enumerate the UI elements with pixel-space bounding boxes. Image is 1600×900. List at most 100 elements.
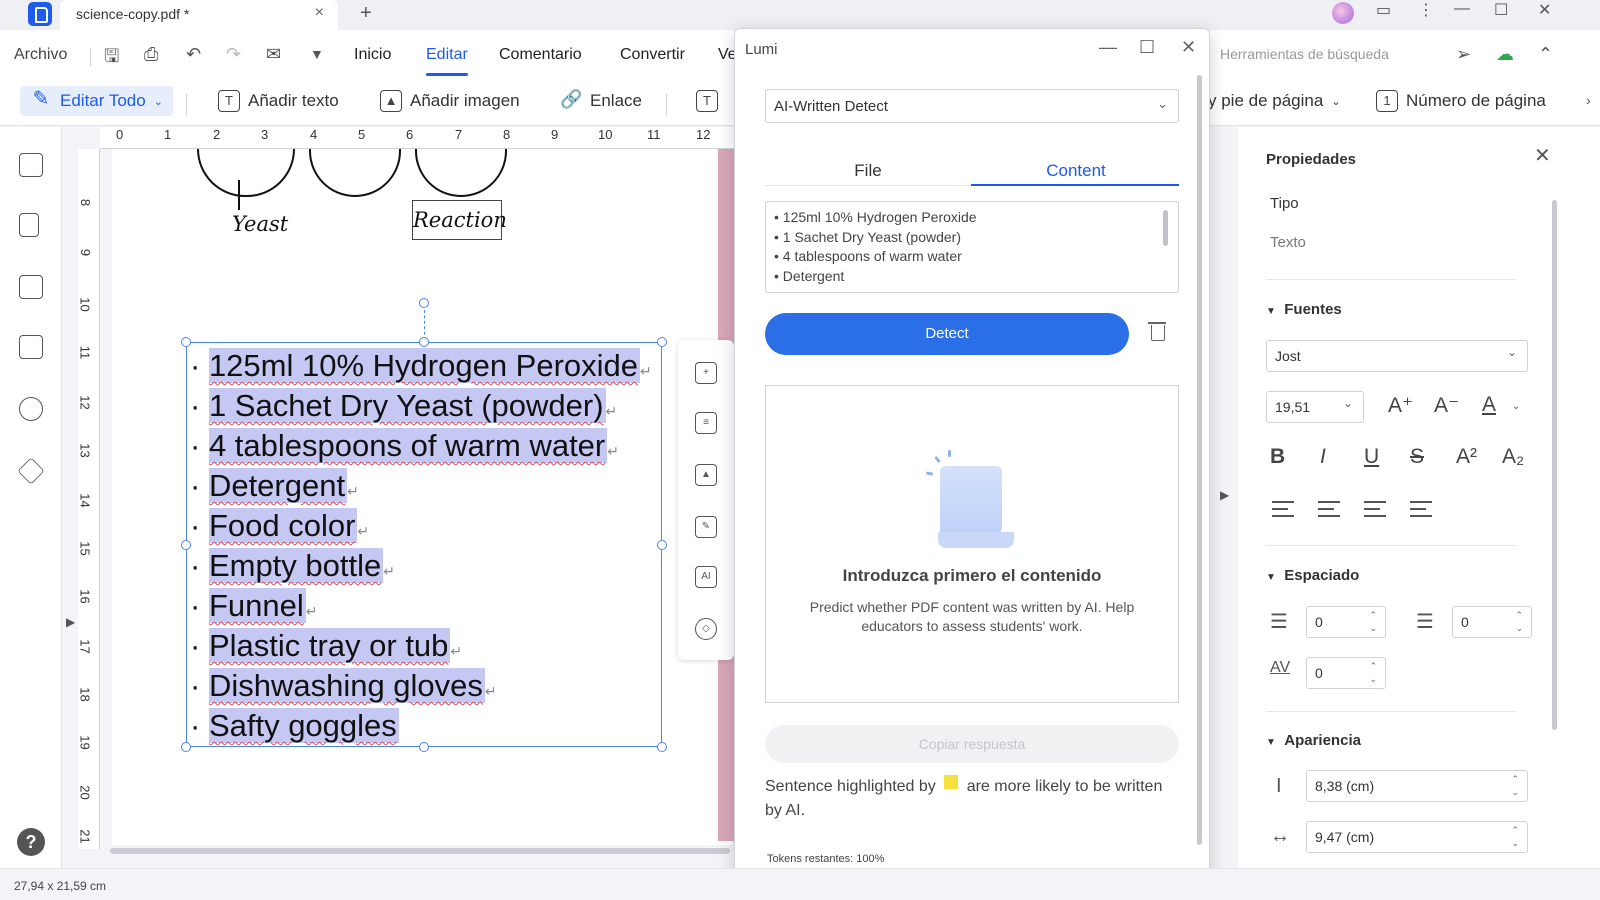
- add-text-button[interactable]: T Añadir texto: [218, 86, 339, 116]
- decrease-font-icon[interactable]: A⁻: [1434, 393, 1459, 418]
- resize-handle[interactable]: [657, 742, 667, 752]
- horizontal-scrollbar[interactable]: [110, 848, 730, 854]
- resize-handle[interactable]: [419, 337, 429, 347]
- font-color-icon[interactable]: A: [1482, 393, 1496, 417]
- feedback-icon[interactable]: ▭: [1376, 0, 1391, 20]
- ai-icon[interactable]: AI: [695, 566, 717, 588]
- menu-archivo[interactable]: Archivo: [14, 46, 67, 64]
- list-item[interactable]: · 4 tablespoons of warm water ↵: [190, 427, 619, 465]
- email-icon[interactable]: ✉: [266, 44, 281, 65]
- resize-handle[interactable]: [657, 540, 667, 550]
- resize-handle[interactable]: [657, 337, 667, 347]
- dropdown-icon[interactable]: ▼: [310, 46, 324, 62]
- layers-icon[interactable]: [17, 457, 45, 485]
- collapse-ribbon-icon[interactable]: ⌃: [1538, 44, 1553, 65]
- subscript-icon[interactable]: A₂: [1502, 445, 1524, 469]
- mode-select[interactable]: AI-Written Detect ⌄: [765, 89, 1179, 123]
- close-properties-icon[interactable]: ✕: [1534, 143, 1551, 168]
- close-window-button[interactable]: ✕: [1538, 0, 1551, 20]
- save-icon[interactable]: 🖫: [104, 44, 119, 74]
- add-image-button[interactable]: ▲ Añadir imagen: [380, 86, 520, 116]
- increase-font-icon[interactable]: A⁺: [1388, 393, 1413, 418]
- height-input[interactable]: 8,38 (cm) ⌃ ⌄: [1306, 770, 1528, 802]
- help-icon[interactable]: ?: [17, 828, 45, 856]
- link-button[interactable]: 🔗 Enlace: [560, 86, 642, 116]
- italic-icon[interactable]: I: [1320, 445, 1326, 469]
- search-tools[interactable]: Herramientas de búsqueda: [1220, 46, 1389, 62]
- lumi-minimize-button[interactable]: —: [1099, 37, 1117, 58]
- superscript-icon[interactable]: A²: [1456, 445, 1477, 469]
- edit-all-button[interactable]: ✎ Editar Todo ⌄: [20, 86, 173, 116]
- avatar[interactable]: [1332, 2, 1354, 24]
- minimize-button[interactable]: —: [1454, 0, 1470, 18]
- image-icon[interactable]: ▲: [695, 464, 717, 486]
- stepper-icon[interactable]: ⌃ ⌄: [1511, 824, 1519, 850]
- list-item[interactable]: · Empty bottle ↵: [190, 547, 395, 585]
- lumi-close-button[interactable]: ✕: [1181, 37, 1196, 58]
- comments-icon[interactable]: [19, 275, 43, 299]
- spacing-section-header[interactable]: ▼ Espaciado: [1266, 567, 1359, 584]
- menu-editar[interactable]: Editar: [426, 46, 468, 76]
- lumi-scrollbar[interactable]: [1197, 75, 1202, 845]
- trash-icon[interactable]: [1148, 322, 1166, 341]
- font-size-select[interactable]: 19,51 ⌄: [1266, 391, 1364, 423]
- edit-note-icon[interactable]: ✎: [695, 516, 717, 538]
- text-edit-button[interactable]: T: [696, 86, 718, 116]
- stepper-icon[interactable]: ⌃ ⌄: [1515, 609, 1523, 635]
- cloud-sync-icon[interactable]: ☁: [1496, 44, 1514, 65]
- undo-icon[interactable]: ↶: [186, 44, 201, 65]
- align-right-icon[interactable]: [1364, 501, 1386, 517]
- rotate-handle[interactable]: [419, 298, 429, 308]
- fonts-section-header[interactable]: ▼ Fuentes: [1266, 301, 1342, 318]
- new-tab-button[interactable]: +: [360, 2, 372, 25]
- tab-content[interactable]: Content: [973, 161, 1179, 181]
- header-footer-button[interactable]: y pie de página ⌄: [1208, 86, 1341, 116]
- line-spacing-input[interactable]: 0 ⌃ ⌄: [1306, 606, 1386, 638]
- stepper-icon[interactable]: ⌃ ⌄: [1369, 609, 1377, 635]
- align-center-icon[interactable]: [1318, 501, 1340, 517]
- align-left-icon[interactable]: [1272, 501, 1294, 517]
- content-input[interactable]: • 125ml 10% Hydrogen Peroxide • 1 Sachet…: [765, 201, 1179, 293]
- document-tab[interactable]: science-copy.pdf * ×: [60, 0, 338, 30]
- resize-handle[interactable]: [181, 337, 191, 347]
- expand-properties-icon[interactable]: ▶: [1220, 488, 1229, 502]
- send-icon[interactable]: ➢: [1456, 44, 1471, 65]
- list-item[interactable]: · Funnel ↵: [190, 587, 317, 625]
- add-text-box-icon[interactable]: +: [695, 362, 717, 384]
- width-input[interactable]: 9,47 (cm) ⌃ ⌄: [1306, 821, 1528, 853]
- list-item[interactable]: · Plastic tray or tub ↵: [190, 627, 462, 665]
- bookmark-icon[interactable]: [19, 213, 39, 237]
- copy-response-button[interactable]: Copiar respuesta: [765, 725, 1179, 763]
- tab-file[interactable]: File: [765, 161, 971, 181]
- properties-scrollbar[interactable]: [1552, 200, 1557, 730]
- chevron-right-icon[interactable]: ›: [1586, 92, 1591, 108]
- list-item[interactable]: · 1 Sachet Dry Yeast (powder) ↵: [190, 387, 617, 425]
- menu-convertir[interactable]: Convertir: [620, 46, 685, 64]
- bold-icon[interactable]: B: [1270, 445, 1285, 469]
- detect-button[interactable]: Detect: [765, 313, 1129, 355]
- lumi-maximize-button[interactable]: ☐: [1139, 37, 1155, 58]
- attachments-icon[interactable]: [19, 335, 43, 359]
- settings-icon[interactable]: ◇: [695, 618, 717, 640]
- underline-icon[interactable]: U: [1364, 445, 1379, 469]
- stepper-icon[interactable]: ⌃ ⌄: [1369, 660, 1377, 686]
- font-family-select[interactable]: Jost ⌄: [1266, 340, 1528, 372]
- thumbnails-icon[interactable]: [19, 153, 43, 177]
- stepper-icon[interactable]: ⌃ ⌄: [1511, 773, 1519, 799]
- list-item[interactable]: · Dishwashing gloves ↵: [190, 667, 497, 705]
- justify-icon[interactable]: [1410, 501, 1432, 517]
- close-tab-icon[interactable]: ×: [315, 4, 324, 22]
- menu-comentario[interactable]: Comentario: [499, 46, 582, 64]
- redo-icon[interactable]: ↷: [226, 44, 241, 65]
- paragraph-spacing-input[interactable]: 0 ⌃ ⌄: [1452, 606, 1532, 638]
- paragraph-icon[interactable]: ≡: [695, 412, 717, 434]
- menu-inicio[interactable]: Inicio: [354, 46, 391, 64]
- character-spacing-input[interactable]: 0 ⌃ ⌄: [1306, 657, 1386, 689]
- appearance-section-header[interactable]: ▼ Apariencia: [1266, 732, 1361, 749]
- list-item[interactable]: · Safty goggles: [190, 707, 399, 745]
- print-icon[interactable]: ⎙: [144, 44, 158, 65]
- expand-sidebar-icon[interactable]: ▶: [66, 615, 75, 629]
- maximize-button[interactable]: ☐: [1494, 0, 1508, 20]
- list-item[interactable]: · 125ml 10% Hydrogen Peroxide ↵: [190, 347, 652, 385]
- list-item[interactable]: · Food color ↵: [190, 507, 369, 545]
